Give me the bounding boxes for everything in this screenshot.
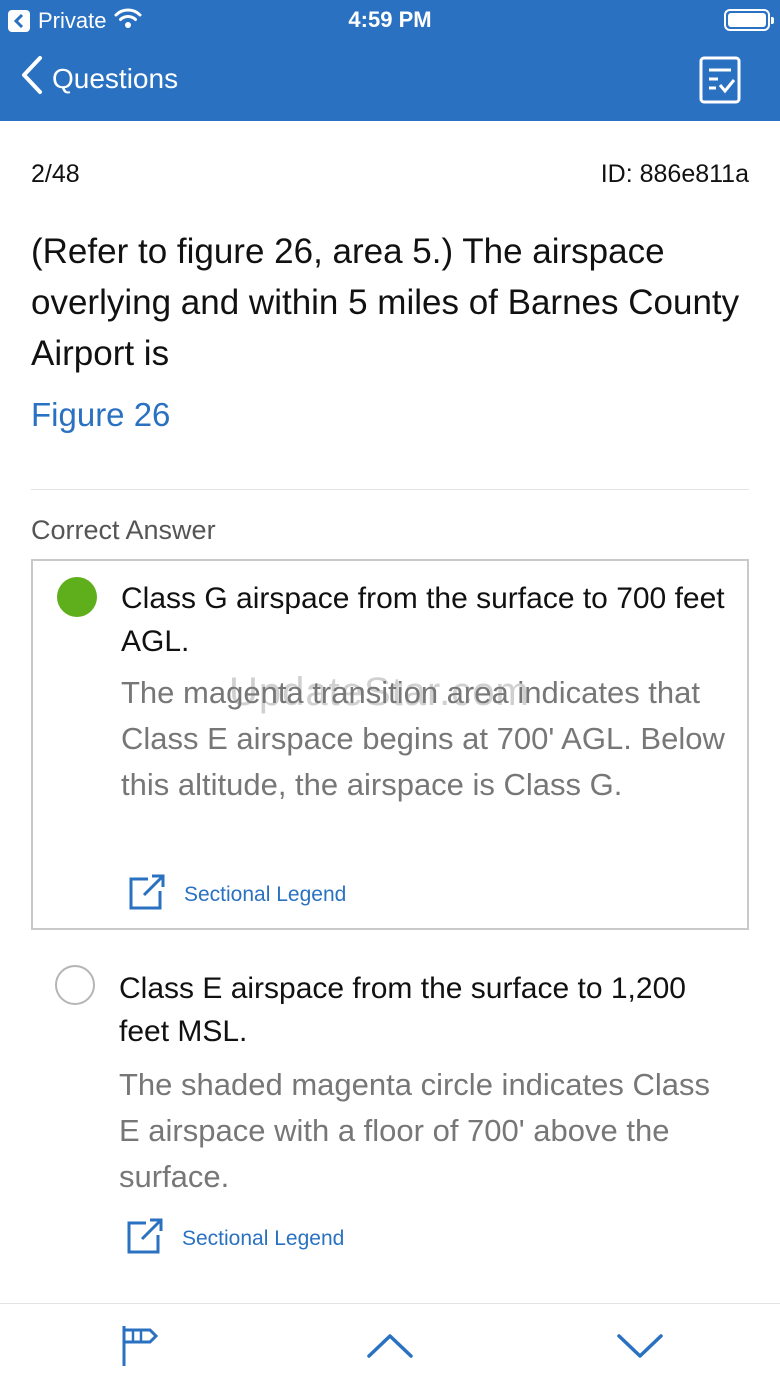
previous-question-button[interactable] <box>366 1324 414 1373</box>
bottom-toolbar <box>0 1303 780 1387</box>
battery-icon <box>724 9 774 31</box>
divider <box>31 489 749 490</box>
sectional-legend-label: Sectional Legend <box>182 1227 345 1250</box>
correct-answer-label: Correct Answer <box>31 515 216 545</box>
answer-explanation: The magenta transition area indicates th… <box>121 675 725 802</box>
chevron-left-icon <box>20 55 44 102</box>
chevron-up-icon <box>366 1334 414 1372</box>
chevron-down-icon <box>616 1334 664 1372</box>
figure-link[interactable]: Figure 26 <box>31 396 170 434</box>
external-link-icon <box>126 1217 164 1261</box>
next-question-button[interactable] <box>616 1324 664 1373</box>
answer-text: Class G airspace from the surface to 700… <box>121 582 725 658</box>
flag-icon <box>120 1326 160 1372</box>
answer-option-1[interactable]: Class G airspace from the surface to 700… <box>31 559 749 930</box>
status-time: 4:59 PM <box>348 7 432 32</box>
question-progress: 2/48 <box>31 160 80 188</box>
flag-button[interactable] <box>120 1324 160 1373</box>
question-id: ID: 886e811a <box>600 160 749 188</box>
checklist-button[interactable] <box>698 55 742 105</box>
question-text: (Refer to figure 26, area 5.) The airspa… <box>31 232 740 373</box>
answer-text: Class E airspace from the surface to 1,2… <box>119 972 686 1048</box>
answer-option-2[interactable]: Class E airspace from the surface to 1,2… <box>31 955 749 1255</box>
sectional-legend-link[interactable]: Sectional Legend <box>126 1217 344 1261</box>
status-bar: Private 4:59 PM <box>0 0 780 40</box>
external-link-icon <box>128 873 166 917</box>
navigation-header: Private 4:59 PM Questions <box>0 0 780 121</box>
unselected-radio-icon[interactable] <box>55 965 95 1005</box>
sectional-legend-label: Sectional Legend <box>184 883 347 906</box>
question-meta: 2/48 ID: 886e811a <box>31 160 749 189</box>
back-button-label: Questions <box>52 62 179 94</box>
back-button[interactable]: Questions <box>20 55 178 102</box>
sectional-legend-link[interactable]: Sectional Legend <box>128 873 346 917</box>
checklist-icon <box>698 56 742 109</box>
answer-explanation: The shaded magenta circle indicates Clas… <box>119 1067 711 1194</box>
selected-radio-icon[interactable] <box>57 577 97 617</box>
